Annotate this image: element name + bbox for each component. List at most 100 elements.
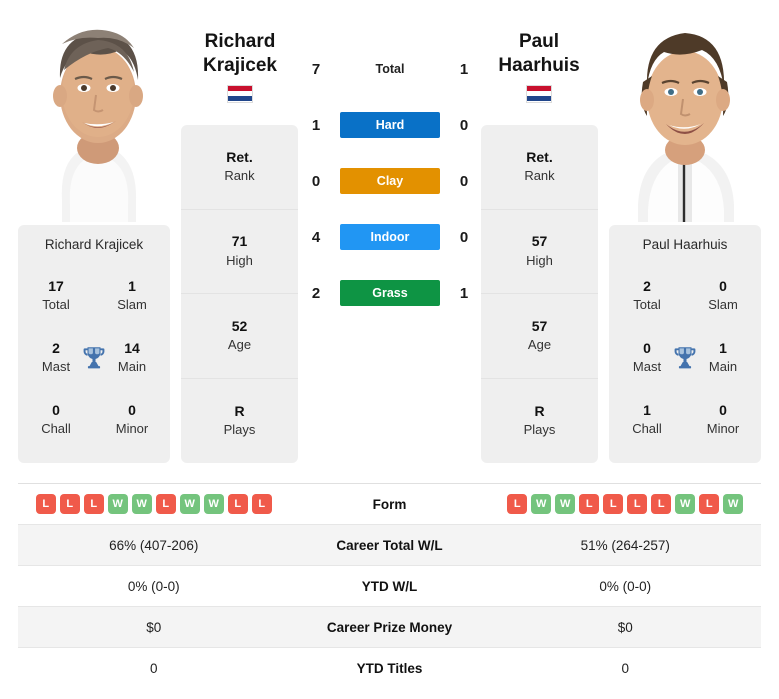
h2h-indoor-right: 0 <box>459 228 469 246</box>
surface-badge-grass[interactable]: Grass <box>340 280 440 306</box>
form-badge-l[interactable]: L <box>227 494 248 514</box>
titles-minor-label-right: Minor <box>706 420 740 436</box>
trophy-icon <box>63 326 125 388</box>
high-value-left: 71 <box>231 233 248 250</box>
table-label-ytd-titles: YTD Titles <box>356 661 423 676</box>
age-value-left: 52 <box>231 317 248 334</box>
titles-minor-value-right: 0 <box>719 401 727 418</box>
form-badge-l[interactable]: L <box>251 494 272 514</box>
h2h-hard-left: 1 <box>311 116 321 134</box>
titles-grid-right: 2 Total 0 Slam 0 Mast 1 Main 1 Chall 0 M… <box>609 264 761 450</box>
player-last-name-right: Haarhuis <box>498 54 580 76</box>
plays-label-left: Plays <box>223 422 256 438</box>
table-label-ytd-wl: YTD W/L <box>361 578 418 594</box>
ytd-wl-left: 0% (0-0) <box>127 578 180 594</box>
age-value-right: 57 <box>531 317 548 334</box>
h2h-clay-right: 0 <box>459 172 469 190</box>
form-cell-right: LWWLLLLWLW <box>490 494 762 514</box>
rank-label-right: Rank <box>524 168 555 184</box>
h2h-row-total: 7 Total 1 <box>305 55 475 83</box>
titles-row-chall-left: 0 Chall 0 Minor <box>18 388 170 450</box>
rank-card-right: Ret. Rank 57 High 57 Age R Plays <box>481 125 598 463</box>
titles-total-right: 2 Total <box>609 277 685 313</box>
form-badge-w[interactable]: W <box>555 494 576 514</box>
titles-chall-label-right: Chall <box>632 420 662 436</box>
form-badge-w[interactable]: W <box>131 494 152 514</box>
plays-label-right: Plays <box>523 422 556 438</box>
high-label-right: High <box>526 252 553 268</box>
titles-total-value-right: 2 <box>643 277 651 294</box>
form-badge-w[interactable]: W <box>203 494 224 514</box>
titles-grid-left: 17 Total 1 Slam 2 Mast 14 Main 0 Chall 0… <box>18 264 170 450</box>
ytd-titles-right: 0 <box>621 661 629 676</box>
career-wl-left: 66% (407-206) <box>109 537 199 553</box>
form-badge-l[interactable]: L <box>579 494 600 514</box>
titles-chall-value-left: 0 <box>52 401 60 418</box>
rank-value-left: Ret. <box>226 148 253 165</box>
form-badge-w[interactable]: W <box>675 494 696 514</box>
form-badge-w[interactable]: W <box>531 494 552 514</box>
titles-card-left: Richard Krajicek 17 Total 1 Slam 2 Mast … <box>18 225 170 463</box>
form-badge-w[interactable]: W <box>179 494 200 514</box>
rank-segment-rank-right: Ret. Rank <box>481 125 598 210</box>
titles-slam-right: 0 Slam <box>685 277 761 313</box>
titles-total-label-right: Total <box>633 296 661 312</box>
form-badge-l[interactable]: L <box>603 494 624 514</box>
h2h-row-grass: 2 Grass 1 <box>305 279 475 307</box>
h2h-row-indoor: 4 Indoor 0 <box>305 223 475 251</box>
titles-chall-left: 0 Chall <box>18 401 94 437</box>
h2h-row-clay: 0 Clay 0 <box>305 167 475 195</box>
comparison-table: LLLWWLWWLL Form LWWLLLLWLW 66% (407-206)… <box>18 483 761 689</box>
h2h-row-hard: 1 Hard 0 <box>305 111 475 139</box>
form-badge-l[interactable]: L <box>83 494 104 514</box>
surface-badge-clay[interactable]: Clay <box>340 168 440 194</box>
h2h-indoor-left: 4 <box>311 228 321 246</box>
h2h-total-label: Total <box>375 62 405 76</box>
table-row-ytd-titles: 0 YTD Titles 0 <box>18 648 761 689</box>
titles-card-name-right: Paul Haarhuis <box>642 237 728 252</box>
h2h-grass-right: 1 <box>459 284 469 302</box>
table-label-career-prize-money: Career Prize Money <box>326 619 453 635</box>
table-row-form: LLLWWLWWLL Form LWWLLLLWLW <box>18 484 761 525</box>
form-badges-left: LLLWWLWWLL <box>35 494 272 514</box>
form-badge-l[interactable]: L <box>699 494 720 514</box>
table-row-ytd-wl: 0% (0-0) YTD W/L 0% (0-0) <box>18 566 761 607</box>
flag-icon-right <box>526 84 552 103</box>
h2h-hard-right: 0 <box>459 116 469 134</box>
player-last-name-left: Krajicek <box>203 54 277 76</box>
titles-slam-value-right: 0 <box>719 277 727 294</box>
surface-badge-hard[interactable]: Hard <box>340 112 440 138</box>
high-value-right: 57 <box>531 233 548 250</box>
ytd-titles-left: 0 <box>149 661 158 676</box>
titles-row-chall-right: 1 Chall 0 Minor <box>609 388 761 450</box>
titles-chall-label-left: Chall <box>41 420 71 436</box>
titles-chall-right: 1 Chall <box>609 401 685 437</box>
table-row-career-total-wl: 66% (407-206) Career Total W/L 51% (264-… <box>18 525 761 566</box>
titles-row-total-right: 2 Total 0 Slam <box>609 264 761 326</box>
table-row-career-prize-money: $0 Career Prize Money $0 <box>18 607 761 648</box>
form-badge-l[interactable]: L <box>59 494 80 514</box>
prize-money-right: $0 <box>617 619 633 635</box>
form-badge-l[interactable]: L <box>627 494 648 514</box>
form-badge-w[interactable]: W <box>107 494 128 514</box>
rank-segment-high-right: 57 High <box>481 210 598 294</box>
form-badge-l[interactable]: L <box>35 494 56 514</box>
player-first-name-right: Paul <box>518 31 560 52</box>
trophy-icon <box>654 326 716 388</box>
age-label-left: Age <box>227 337 252 353</box>
form-badge-l[interactable]: L <box>651 494 672 514</box>
surface-badge-indoor[interactable]: Indoor <box>340 224 440 250</box>
rank-segment-age-right: 57 Age <box>481 294 598 379</box>
rank-value-right: Ret. <box>526 148 553 165</box>
form-badge-l[interactable]: L <box>155 494 176 514</box>
form-badge-l[interactable]: L <box>507 494 528 514</box>
table-label-career-total-wl: Career Total W/L <box>336 537 443 553</box>
ytd-wl-right: 0% (0-0) <box>599 578 652 594</box>
form-badge-w[interactable]: W <box>723 494 744 514</box>
form-badges-right: LWWLLLLWLW <box>507 494 744 514</box>
rank-card-left: Ret. Rank 71 High 52 Age R Plays <box>181 125 298 463</box>
form-cell-left: LLLWWLWWLL <box>18 494 290 514</box>
h2h-clay-left: 0 <box>311 172 321 190</box>
titles-total-left: 17 Total <box>18 277 94 313</box>
titles-card-right: Paul Haarhuis 2 Total 0 Slam 0 Mast 1 Ma… <box>609 225 761 463</box>
